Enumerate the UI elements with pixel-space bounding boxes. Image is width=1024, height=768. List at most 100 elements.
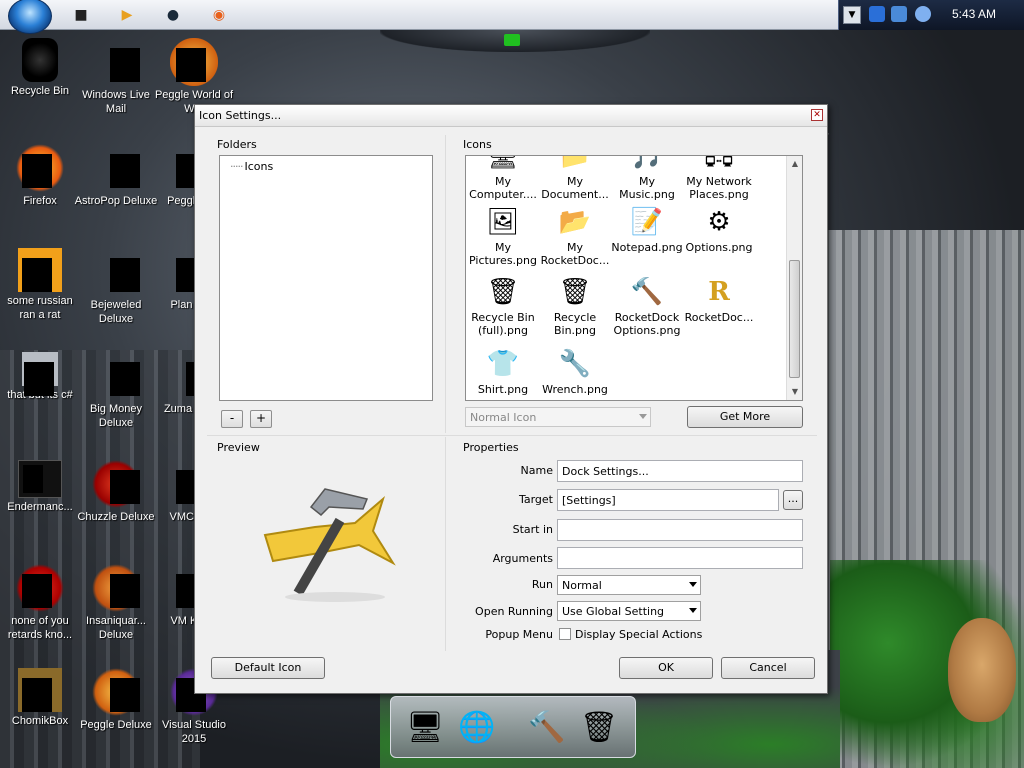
icons-scrollbar[interactable]: ▲ ▼ — [786, 156, 802, 400]
target-field[interactable]: [Settings] — [557, 489, 779, 511]
properties-label: Properties — [463, 441, 519, 454]
recycle-bin-full-icon: 🗑 — [486, 276, 520, 307]
desktop-icon-label: Visual Studio 2015 — [161, 719, 226, 745]
black-circle-icon[interactable]: ● — [162, 5, 184, 25]
tray-network-icon[interactable] — [915, 6, 931, 22]
icon-item-label: RocketDock Options.png — [613, 311, 681, 337]
firefox-icon[interactable]: ◉ — [208, 5, 230, 25]
monitor-icon[interactable]: 🖥 — [403, 705, 447, 749]
media-player-icon[interactable]: ▶ — [116, 5, 138, 25]
icon-item[interactable]: 🔧 Wrench.png — [538, 348, 612, 397]
cancel-button[interactable]: Cancel — [721, 657, 815, 679]
black-cube-icon[interactable]: ■ — [70, 5, 92, 25]
desktop-icon[interactable]: some russian ran a rat — [0, 248, 82, 322]
icon-item[interactable]: 🗑 Recycle Bin (full).png — [466, 276, 540, 338]
desktop-icon-label: Endermanc... — [7, 501, 73, 513]
divider — [207, 435, 817, 436]
icon-item[interactable]: 🔨 RocketDock Options.png — [610, 276, 684, 338]
recycle-bin-icon — [22, 38, 58, 82]
tray-app-icon[interactable] — [869, 6, 885, 22]
dialog-titlebar[interactable]: Icon Settings... ✕ — [195, 105, 827, 127]
firefox-icon — [16, 144, 64, 192]
icon-item[interactable]: 👕 Shirt.png — [466, 348, 540, 397]
scroll-thumb[interactable] — [789, 260, 800, 378]
terminal-icon — [18, 460, 62, 498]
icon-item[interactable]: 📁 My Document... — [538, 155, 612, 201]
network-globe-icon[interactable]: 🌐 — [455, 705, 499, 749]
icon-size-select: Normal Icon — [465, 407, 651, 427]
desktop-icon[interactable]: Peggle Deluxe — [74, 668, 158, 732]
icon-item[interactable]: 📂 My RocketDoc... — [538, 206, 612, 268]
rocketdock-folder-icon: 📂 — [558, 206, 592, 237]
rocketdock-settings-icon[interactable]: 🔨 — [525, 705, 569, 749]
ok-button[interactable]: OK — [619, 657, 713, 679]
icon-item[interactable]: 📝 Notepad.png — [610, 206, 684, 255]
scroll-up-icon[interactable]: ▲ — [787, 156, 802, 172]
preview-label: Preview — [217, 441, 260, 454]
desktop-icon[interactable]: Bejeweled Deluxe — [74, 248, 158, 326]
icon-item[interactable]: R RocketDoc... — [682, 276, 756, 325]
browse-button[interactable]: ... — [783, 490, 803, 510]
run-select[interactable]: Normal — [557, 575, 701, 595]
desktop-icon[interactable]: Windows Live Mail — [74, 38, 158, 116]
remove-folder-button[interactable]: - — [221, 410, 243, 428]
arguments-field[interactable] — [557, 547, 803, 569]
icons-grid[interactable]: 🖥 My Computer.... 📁 My Document... 🎵 My … — [465, 155, 803, 401]
recycle-bin-icon[interactable]: 🗑 — [577, 705, 621, 749]
insaniquarium-icon — [92, 564, 140, 612]
desktop-icon[interactable]: none of you retards kno... — [0, 564, 82, 642]
documents-folder-icon: 📁 — [558, 155, 592, 171]
desktop-icon[interactable]: Endermanc... — [0, 460, 82, 514]
chevron-down-icon — [689, 608, 697, 613]
icon-item[interactable]: 🎵 My Music.png — [610, 156, 684, 201]
divider — [445, 135, 446, 433]
divider — [445, 437, 446, 651]
desktop-icon-label: Big Money Deluxe — [90, 403, 142, 429]
add-folder-button[interactable]: + — [250, 410, 272, 428]
desktop-icon[interactable]: AstroPop Deluxe — [74, 144, 158, 208]
scroll-down-icon[interactable]: ▼ — [787, 384, 802, 400]
start-button[interactable] — [8, 0, 52, 34]
close-button[interactable]: ✕ — [811, 109, 823, 121]
display-special-actions-label[interactable]: Display Special Actions — [575, 628, 702, 641]
icon-item[interactable]: 🖧 My Network Places.png — [682, 156, 756, 201]
icon-item[interactable]: ⚙ Options.png — [682, 206, 756, 255]
chevron-down-icon — [639, 414, 647, 419]
tree-item-icons[interactable]: ····· Icons — [230, 160, 273, 173]
icon-item[interactable]: 🖥 My Computer.... — [466, 156, 540, 201]
open-running-select[interactable]: Use Global Setting — [557, 601, 701, 621]
desktop-icon[interactable]: that but its c# — [0, 352, 82, 402]
desktop-icon-label: Peggle Deluxe — [80, 719, 152, 731]
big-money-icon — [92, 352, 140, 400]
icon-item-label: Wrench.png — [542, 383, 608, 396]
name-field[interactable]: Dock Settings... — [557, 460, 803, 482]
tray-expand-icon[interactable]: ▼ — [843, 6, 861, 24]
desktop-icon[interactable]: Chuzzle Deluxe — [74, 460, 158, 524]
desktop-icon[interactable]: Insaniquar... Deluxe — [74, 564, 158, 642]
folders-tree[interactable]: ····· Icons — [219, 155, 433, 401]
get-more-button[interactable]: Get More — [687, 406, 803, 428]
desktop-icon-label: Insaniquar... Deluxe — [86, 615, 146, 641]
tray-display-icon[interactable] — [891, 6, 907, 22]
display-special-actions-checkbox[interactable] — [559, 628, 571, 640]
desktop-icon[interactable]: Firefox — [0, 144, 82, 208]
hamster-desktop-pet[interactable] — [948, 618, 1016, 722]
pictures-folder-icon: 🖼 — [486, 206, 520, 237]
open-running-label: Open Running — [475, 605, 553, 618]
dialog-title: Icon Settings... — [199, 109, 282, 122]
desktop-icon[interactable]: Recycle Bin — [0, 38, 82, 98]
icon-item[interactable]: 🗑 Recycle Bin.png — [538, 276, 612, 338]
default-icon-button[interactable]: Default Icon — [211, 657, 325, 679]
desktop-icon[interactable]: ChomikBox — [0, 668, 82, 728]
start-in-field[interactable] — [557, 519, 803, 541]
options-icon: ⚙ — [707, 206, 731, 237]
desktop-icon-label: Zuma — [163, 403, 193, 415]
clock[interactable]: 5:43 AM — [952, 7, 996, 21]
dock-top-handle — [380, 30, 650, 52]
close-icon: ✕ — [813, 110, 821, 120]
folders-label: Folders — [217, 138, 257, 151]
icon-item[interactable]: 🖼 My Pictures.png — [466, 206, 540, 268]
bejeweled-icon — [92, 248, 140, 296]
peggle-deluxe-icon — [92, 668, 140, 716]
taskbar: ■ ▶ ● ◉ ▼ 5:43 AM — [0, 0, 1024, 34]
